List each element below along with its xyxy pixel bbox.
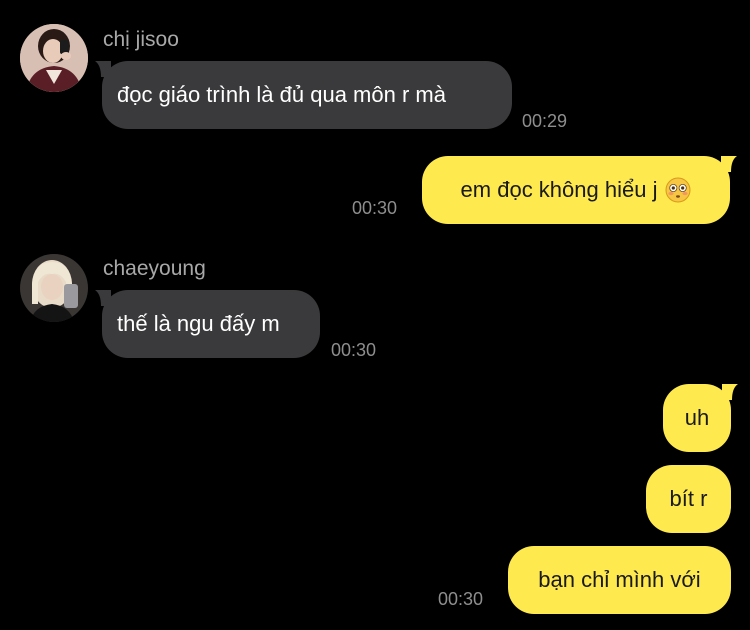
message-bubble[interactable]: thế là ngu đấy m	[95, 290, 320, 358]
message-text: uh	[684, 405, 710, 430]
flushed-face-emoji-icon	[665, 177, 691, 203]
bubble-tail-icon	[722, 384, 738, 400]
message-bubble[interactable]: em đọc không hiểu j	[422, 156, 737, 224]
avatar-jisoo[interactable]	[20, 24, 88, 92]
avatar-chaeyoung-photo	[20, 254, 88, 322]
sender-name: chị jisoo	[103, 28, 179, 51]
message-bubble[interactable]: đọc giáo trình là đủ qua môn r mà	[95, 61, 512, 129]
message-text: bít r	[669, 486, 708, 511]
avatar-jisoo-photo	[20, 24, 88, 92]
message-text: thế là ngu đấy m	[117, 311, 280, 336]
message-text: em đọc không hiểu j	[460, 177, 658, 202]
message-bubble[interactable]: uh	[663, 384, 738, 452]
message-time: 00:30	[331, 340, 377, 360]
message-time: 00:29	[522, 111, 568, 131]
bubble-tail-icon	[95, 290, 111, 306]
message-time: 00:30	[352, 198, 398, 218]
avatar-chaeyoung[interactable]	[20, 254, 88, 322]
message-bubble[interactable]: bít r	[646, 465, 731, 533]
sender-name: chaeyoung	[103, 257, 206, 280]
message-text: đọc giáo trình là đủ qua môn r mà	[117, 82, 446, 107]
chat-window: chị jisoo đọc giáo trình là đủ qua môn r…	[0, 0, 750, 630]
bubble-tail-icon	[721, 156, 737, 172]
message-time: 00:30	[438, 589, 484, 609]
message-bubble[interactable]: bạn chỉ mình với	[508, 546, 731, 614]
bubble-tail-icon	[95, 61, 111, 77]
message-text: bạn chỉ mình với	[538, 567, 701, 592]
